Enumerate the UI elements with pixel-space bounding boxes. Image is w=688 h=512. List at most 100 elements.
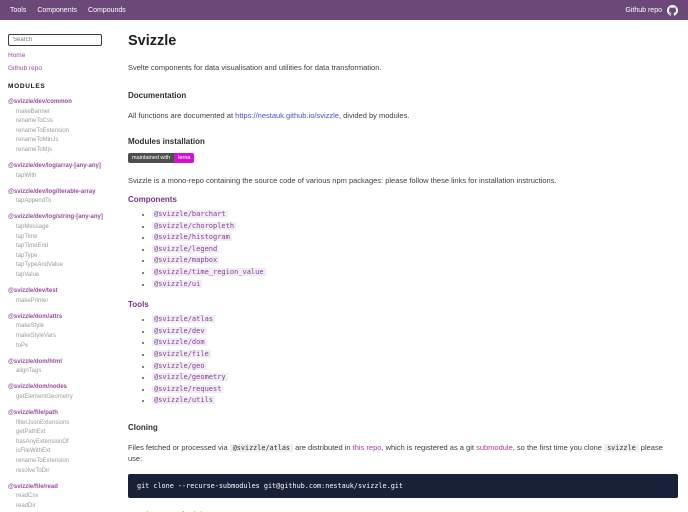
module-function-link[interactable]: makeBanner	[16, 108, 120, 116]
module-group-svizzle-dom-nodes: @svizzle/dom/nodes getElementGeometry	[8, 383, 120, 401]
list-item: @svizzle/histogram	[152, 232, 678, 244]
module-function-link[interactable]: tapTime	[16, 233, 120, 241]
list-item: @svizzle/ui	[152, 279, 678, 291]
module-function-link[interactable]: tapTimeEnd	[16, 242, 120, 250]
module-group-svizzle-dev-log-string-any-any: @svizzle/dev/log/string-[any-any] tapMess…	[8, 213, 120, 279]
module-link[interactable]: @svizzle/dev/log/array-[any-any]	[8, 162, 120, 170]
nav-item-components[interactable]: Components	[37, 7, 77, 14]
package-link-svizzle-mapbox[interactable]: @svizzle/mapbox	[152, 256, 220, 265]
package-link-svizzle-dom[interactable]: @svizzle/dom	[152, 338, 207, 347]
list-item: @svizzle/utils	[152, 395, 678, 407]
list-item: @svizzle/barchart	[152, 209, 678, 221]
module-group-svizzle-dev-test: @svizzle/dev/test makePrinter	[8, 287, 120, 305]
module-function-link[interactable]: alignTags	[16, 367, 120, 375]
module-function-link[interactable]: makeStyleVars	[16, 332, 120, 340]
cloning-text: are distributed in	[293, 442, 353, 452]
code-text: git clone --recurse-submodules git@githu…	[137, 481, 403, 490]
inline-code: @svizzle/atlas	[229, 443, 294, 452]
package-link-svizzle-dev[interactable]: @svizzle/dev	[152, 326, 207, 335]
package-link-svizzle-geometry[interactable]: @svizzle/geometry	[152, 373, 228, 382]
module-function-link[interactable]: tapTypeAndValue	[16, 261, 120, 269]
module-function-link[interactable]: getElementGeometry	[16, 393, 120, 401]
cloning-paragraph: Files fetched or processed via @svizzle/…	[128, 443, 678, 465]
cloning-link-submodule[interactable]: submodule	[476, 443, 513, 452]
module-function-link[interactable]: renameToMjs	[16, 146, 120, 154]
module-link[interactable]: @svizzle/file/path	[8, 409, 120, 417]
module-groups: @svizzle/dev/common makeBanner renameToCss…	[8, 98, 120, 512]
list-item: @svizzle/time_region_value	[152, 267, 678, 279]
nav-menu: Tools Components Compounds	[10, 7, 137, 14]
module-link[interactable]: @svizzle/file/read	[8, 483, 120, 491]
module-group-svizzle-dom-attrs: @svizzle/dom/attrs makeStyle makeStyleVars…	[8, 313, 120, 350]
github-repo-link[interactable]: Github repo	[625, 7, 662, 14]
top-nav: Tools Components Compounds Github repo	[0, 0, 688, 20]
module-function-link[interactable]: readCsv	[16, 492, 120, 500]
code-block[interactable]: git clone --recurse-submodules git@githu…	[128, 473, 678, 498]
sidebar-link-github-repo[interactable]: Github repo	[8, 65, 120, 72]
search-input[interactable]	[8, 34, 102, 46]
module-function-link[interactable]: readDir	[16, 502, 120, 510]
sidebar-links: Home Github repo	[8, 52, 120, 72]
module-function-link[interactable]: tapWith	[16, 172, 120, 180]
package-link-svizzle-time-region-value[interactable]: @svizzle/time_region_value	[152, 267, 266, 276]
module-function-link[interactable]: renameToExtension	[16, 127, 120, 135]
package-link-svizzle-choropleth[interactable]: @svizzle/choropleth	[152, 221, 237, 230]
module-group-svizzle-file-path: @svizzle/file/path filterJsonExtensions ge…	[8, 409, 120, 475]
nav-item-tools[interactable]: Tools	[10, 7, 26, 14]
module-function-link[interactable]: getPathExt	[16, 428, 120, 436]
docs-site-link[interactable]: https://nestauk.github.io/svizzle	[235, 111, 339, 120]
module-function-link[interactable]: resolveToDir	[16, 467, 120, 475]
components-heading: Components	[128, 195, 177, 204]
list-item: @svizzle/request	[152, 384, 678, 396]
module-function-link[interactable]: renameToMinJs	[16, 136, 120, 144]
package-link-svizzle-histogram[interactable]: @svizzle/histogram	[152, 233, 232, 242]
package-link-svizzle-utils[interactable]: @svizzle/utils	[152, 396, 216, 405]
documentation-heading: Documentation	[128, 91, 187, 100]
badge-value: lerna	[174, 153, 195, 163]
main-content: Svizzle Svelte components for data visua…	[120, 20, 688, 512]
github-icon[interactable]	[667, 4, 678, 16]
module-function-link[interactable]: toPx	[16, 342, 120, 350]
module-link[interactable]: @svizzle/dev/test	[8, 287, 120, 295]
package-link-svizzle-legend[interactable]: @svizzle/legend	[152, 244, 220, 253]
module-function-link[interactable]: makeStyle	[16, 322, 120, 330]
package-link-svizzle-barchart[interactable]: @svizzle/barchart	[152, 210, 228, 218]
page-subtitle: Svelte components for data visualisation…	[128, 63, 382, 72]
list-item: @svizzle/legend	[152, 244, 678, 256]
list-item: @svizzle/atlas	[152, 314, 678, 326]
package-link-svizzle-atlas[interactable]: @svizzle/atlas	[152, 315, 216, 324]
module-link[interactable]: @svizzle/dev/log/string-[any-any]	[8, 213, 120, 221]
module-function-link[interactable]: tapValue	[16, 271, 120, 279]
module-function-link[interactable]: makePrinter	[16, 297, 120, 305]
module-function-link[interactable]: hasAnyExtensionOf	[16, 438, 120, 446]
list-item: @svizzle/geo	[152, 361, 678, 373]
module-function-link[interactable]: renameToExtension	[16, 457, 120, 465]
sidebar-link-home[interactable]: Home	[8, 52, 120, 59]
package-link-svizzle-request[interactable]: @svizzle/request	[152, 384, 224, 393]
module-link[interactable]: @svizzle/dom/attrs	[8, 313, 120, 321]
installation-heading: Modules installation	[128, 137, 205, 146]
modules-header: MODULES	[8, 83, 46, 90]
module-link[interactable]: @svizzle/dev/log/iterable-array	[8, 188, 120, 196]
nav-github[interactable]: Github repo	[625, 4, 678, 16]
package-link-svizzle-ui[interactable]: @svizzle/ui	[152, 279, 203, 288]
module-function-link[interactable]: filterJsonExtensions	[16, 419, 120, 427]
nav-item-compounds[interactable]: Compounds	[88, 7, 126, 14]
package-link-svizzle-file[interactable]: @svizzle/file	[152, 349, 211, 358]
module-function-link[interactable]: tapMessage	[16, 223, 120, 231]
package-link-svizzle-geo[interactable]: @svizzle/geo	[152, 361, 207, 370]
module-function-link[interactable]: isFileWithExt	[16, 447, 120, 455]
installation-intro: Svizzle is a mono-repo containing the so…	[128, 176, 557, 185]
module-link[interactable]: @svizzle/dom/nodes	[8, 383, 120, 391]
module-function-link[interactable]: tapType	[16, 252, 120, 260]
module-function-link[interactable]: renameToCss	[16, 117, 120, 125]
list-item: @svizzle/dev	[152, 326, 678, 338]
tools-heading: Tools	[128, 300, 149, 310]
lerna-badge[interactable]: maintained with lerna	[128, 153, 195, 163]
list-item: @svizzle/file	[152, 349, 678, 361]
module-function-link[interactable]: tapAppendTo	[16, 197, 120, 205]
module-group-svizzle-dom-html: @svizzle/dom/html alignTags	[8, 358, 120, 376]
module-link[interactable]: @svizzle/dom/html	[8, 358, 120, 366]
cloning-link-this-repo[interactable]: this repo	[353, 443, 382, 452]
module-link[interactable]: @svizzle/dev/common	[8, 98, 120, 106]
